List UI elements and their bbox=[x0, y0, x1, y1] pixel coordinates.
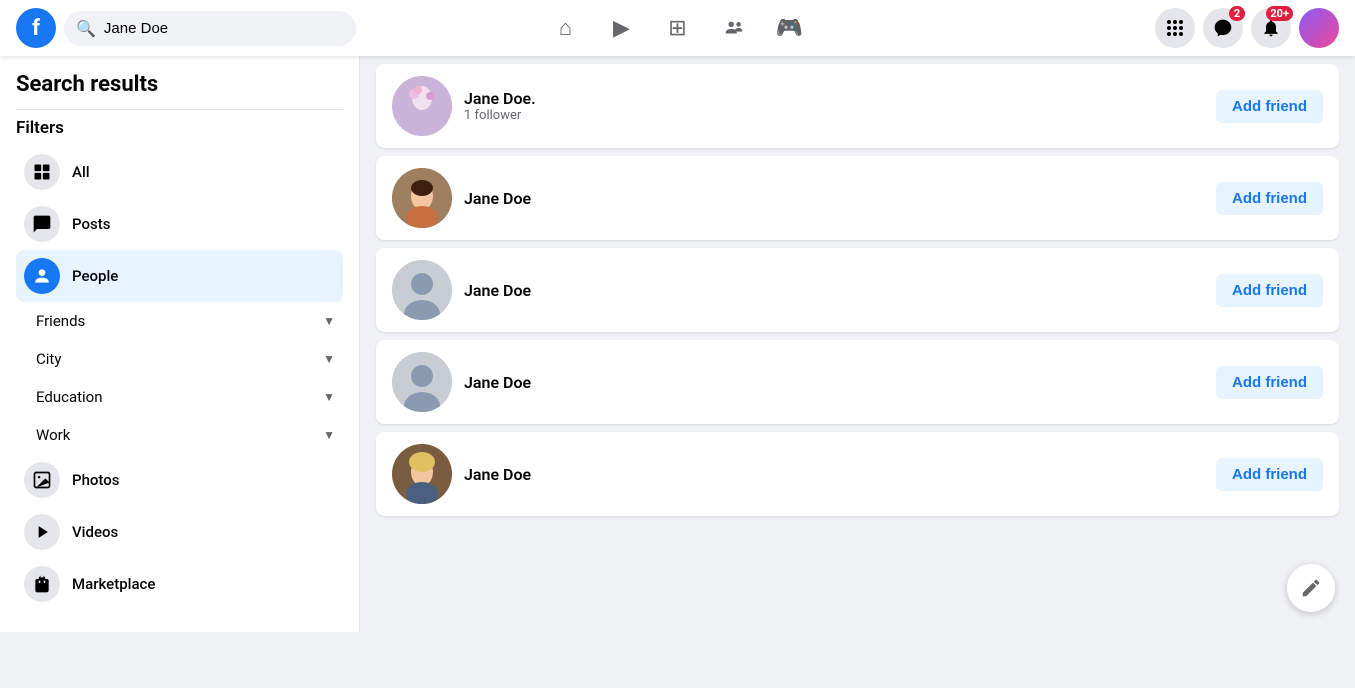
all-icon bbox=[24, 154, 60, 190]
nav-left: f 🔍 bbox=[16, 8, 356, 48]
education-filter-label: Education bbox=[36, 388, 103, 406]
groups-nav-btn[interactable] bbox=[710, 4, 758, 52]
sidebar-item-photos[interactable]: Photos bbox=[16, 454, 343, 506]
result-info: Jane Doe. 1 follower bbox=[464, 89, 1204, 123]
work-chevron-icon: ▼ bbox=[323, 428, 335, 442]
posts-icon bbox=[24, 206, 60, 242]
messenger-badge: 2 bbox=[1229, 6, 1245, 21]
sidebar-title: Search results bbox=[16, 72, 343, 97]
photos-label: Photos bbox=[72, 471, 119, 489]
result-info: Jane Doe bbox=[464, 189, 1204, 208]
notification-btn[interactable]: 20+ bbox=[1251, 8, 1291, 48]
home-nav-btn[interactable]: ⌂ bbox=[542, 4, 590, 52]
add-friend-button[interactable]: Add friend bbox=[1216, 458, 1323, 491]
result-name: Jane Doe. bbox=[464, 89, 1204, 108]
all-label: All bbox=[72, 163, 90, 181]
result-info: Jane Doe bbox=[464, 373, 1204, 392]
table-row: Jane Doe Add friend bbox=[376, 340, 1339, 424]
avatar bbox=[392, 168, 452, 228]
video-nav-btn[interactable]: ▶ bbox=[598, 4, 646, 52]
result-name: Jane Doe bbox=[464, 373, 1204, 392]
search-input[interactable] bbox=[104, 20, 344, 37]
profile-avatar[interactable] bbox=[1299, 8, 1339, 48]
table-row: Jane Doe. 1 follower Add friend bbox=[376, 64, 1339, 148]
notification-badge: 20+ bbox=[1266, 6, 1293, 21]
city-filter-label: City bbox=[36, 350, 61, 368]
table-row: Jane Doe Add friend bbox=[376, 156, 1339, 240]
nav-right: 2 20+ bbox=[999, 8, 1339, 48]
friends-filter[interactable]: Friends ▼ bbox=[16, 302, 343, 340]
people-label: People bbox=[72, 267, 118, 285]
add-friend-button[interactable]: Add friend bbox=[1216, 274, 1323, 307]
sidebar-item-people[interactable]: People bbox=[16, 250, 343, 302]
city-chevron-icon: ▼ bbox=[323, 352, 335, 366]
sidebar-item-all[interactable]: All bbox=[16, 146, 343, 198]
work-filter[interactable]: Work ▼ bbox=[16, 416, 343, 454]
posts-label: Posts bbox=[72, 215, 110, 233]
messenger-btn[interactable]: 2 bbox=[1203, 8, 1243, 48]
avatar bbox=[392, 76, 452, 136]
avatar bbox=[392, 260, 452, 320]
result-name: Jane Doe bbox=[464, 465, 1204, 484]
search-box[interactable]: 🔍 bbox=[64, 11, 356, 46]
work-filter-label: Work bbox=[36, 426, 70, 444]
filters-label: Filters bbox=[16, 118, 343, 138]
result-name: Jane Doe bbox=[464, 189, 1204, 208]
sidebar-divider bbox=[16, 109, 343, 110]
marketplace-label: Marketplace bbox=[72, 575, 155, 593]
education-chevron-icon: ▼ bbox=[323, 390, 335, 404]
result-name: Jane Doe bbox=[464, 281, 1204, 300]
table-row: Jane Doe Add friend bbox=[376, 432, 1339, 516]
search-results-content: Jane Doe. 1 follower Add friend Jane Doe bbox=[360, 56, 1355, 632]
city-filter[interactable]: City ▼ bbox=[16, 340, 343, 378]
videos-label: Videos bbox=[72, 523, 118, 541]
friends-chevron-icon: ▼ bbox=[323, 314, 335, 328]
results-list: Jane Doe. 1 follower Add friend Jane Doe bbox=[376, 56, 1339, 524]
main-layout: Search results Filters All Posts People bbox=[0, 56, 1355, 632]
add-friend-button[interactable]: Add friend bbox=[1216, 90, 1323, 123]
marketplace-icon bbox=[24, 566, 60, 602]
table-row: Jane Doe Add friend bbox=[376, 248, 1339, 332]
education-filter[interactable]: Education ▼ bbox=[16, 378, 343, 416]
marketplace-nav-btn[interactable]: ⊞ bbox=[654, 4, 702, 52]
sidebar-item-videos[interactable]: Videos bbox=[16, 506, 343, 558]
add-friend-button[interactable]: Add friend bbox=[1216, 366, 1323, 399]
result-info: Jane Doe bbox=[464, 465, 1204, 484]
friends-filter-label: Friends bbox=[36, 312, 85, 330]
gaming-nav-btn[interactable]: 🎮 bbox=[766, 4, 814, 52]
sidebar: Search results Filters All Posts People bbox=[0, 56, 360, 632]
people-icon bbox=[24, 258, 60, 294]
avatar bbox=[392, 444, 452, 504]
sidebar-item-posts[interactable]: Posts bbox=[16, 198, 343, 250]
create-post-btn[interactable] bbox=[1287, 564, 1335, 612]
videos-icon bbox=[24, 514, 60, 550]
search-icon: 🔍 bbox=[76, 19, 96, 38]
avatar bbox=[392, 352, 452, 412]
nav-center: ⌂ ▶ ⊞ 🎮 bbox=[356, 4, 999, 52]
add-friend-button[interactable]: Add friend bbox=[1216, 182, 1323, 215]
top-navigation: f 🔍 ⌂ ▶ ⊞ 🎮 2 20+ bbox=[0, 0, 1355, 56]
grid-menu-btn[interactable] bbox=[1155, 8, 1195, 48]
sidebar-item-marketplace[interactable]: Marketplace bbox=[16, 558, 343, 610]
result-info: Jane Doe bbox=[464, 281, 1204, 300]
photos-icon bbox=[24, 462, 60, 498]
facebook-logo[interactable]: f bbox=[16, 8, 56, 48]
result-sub: 1 follower bbox=[464, 108, 1204, 123]
